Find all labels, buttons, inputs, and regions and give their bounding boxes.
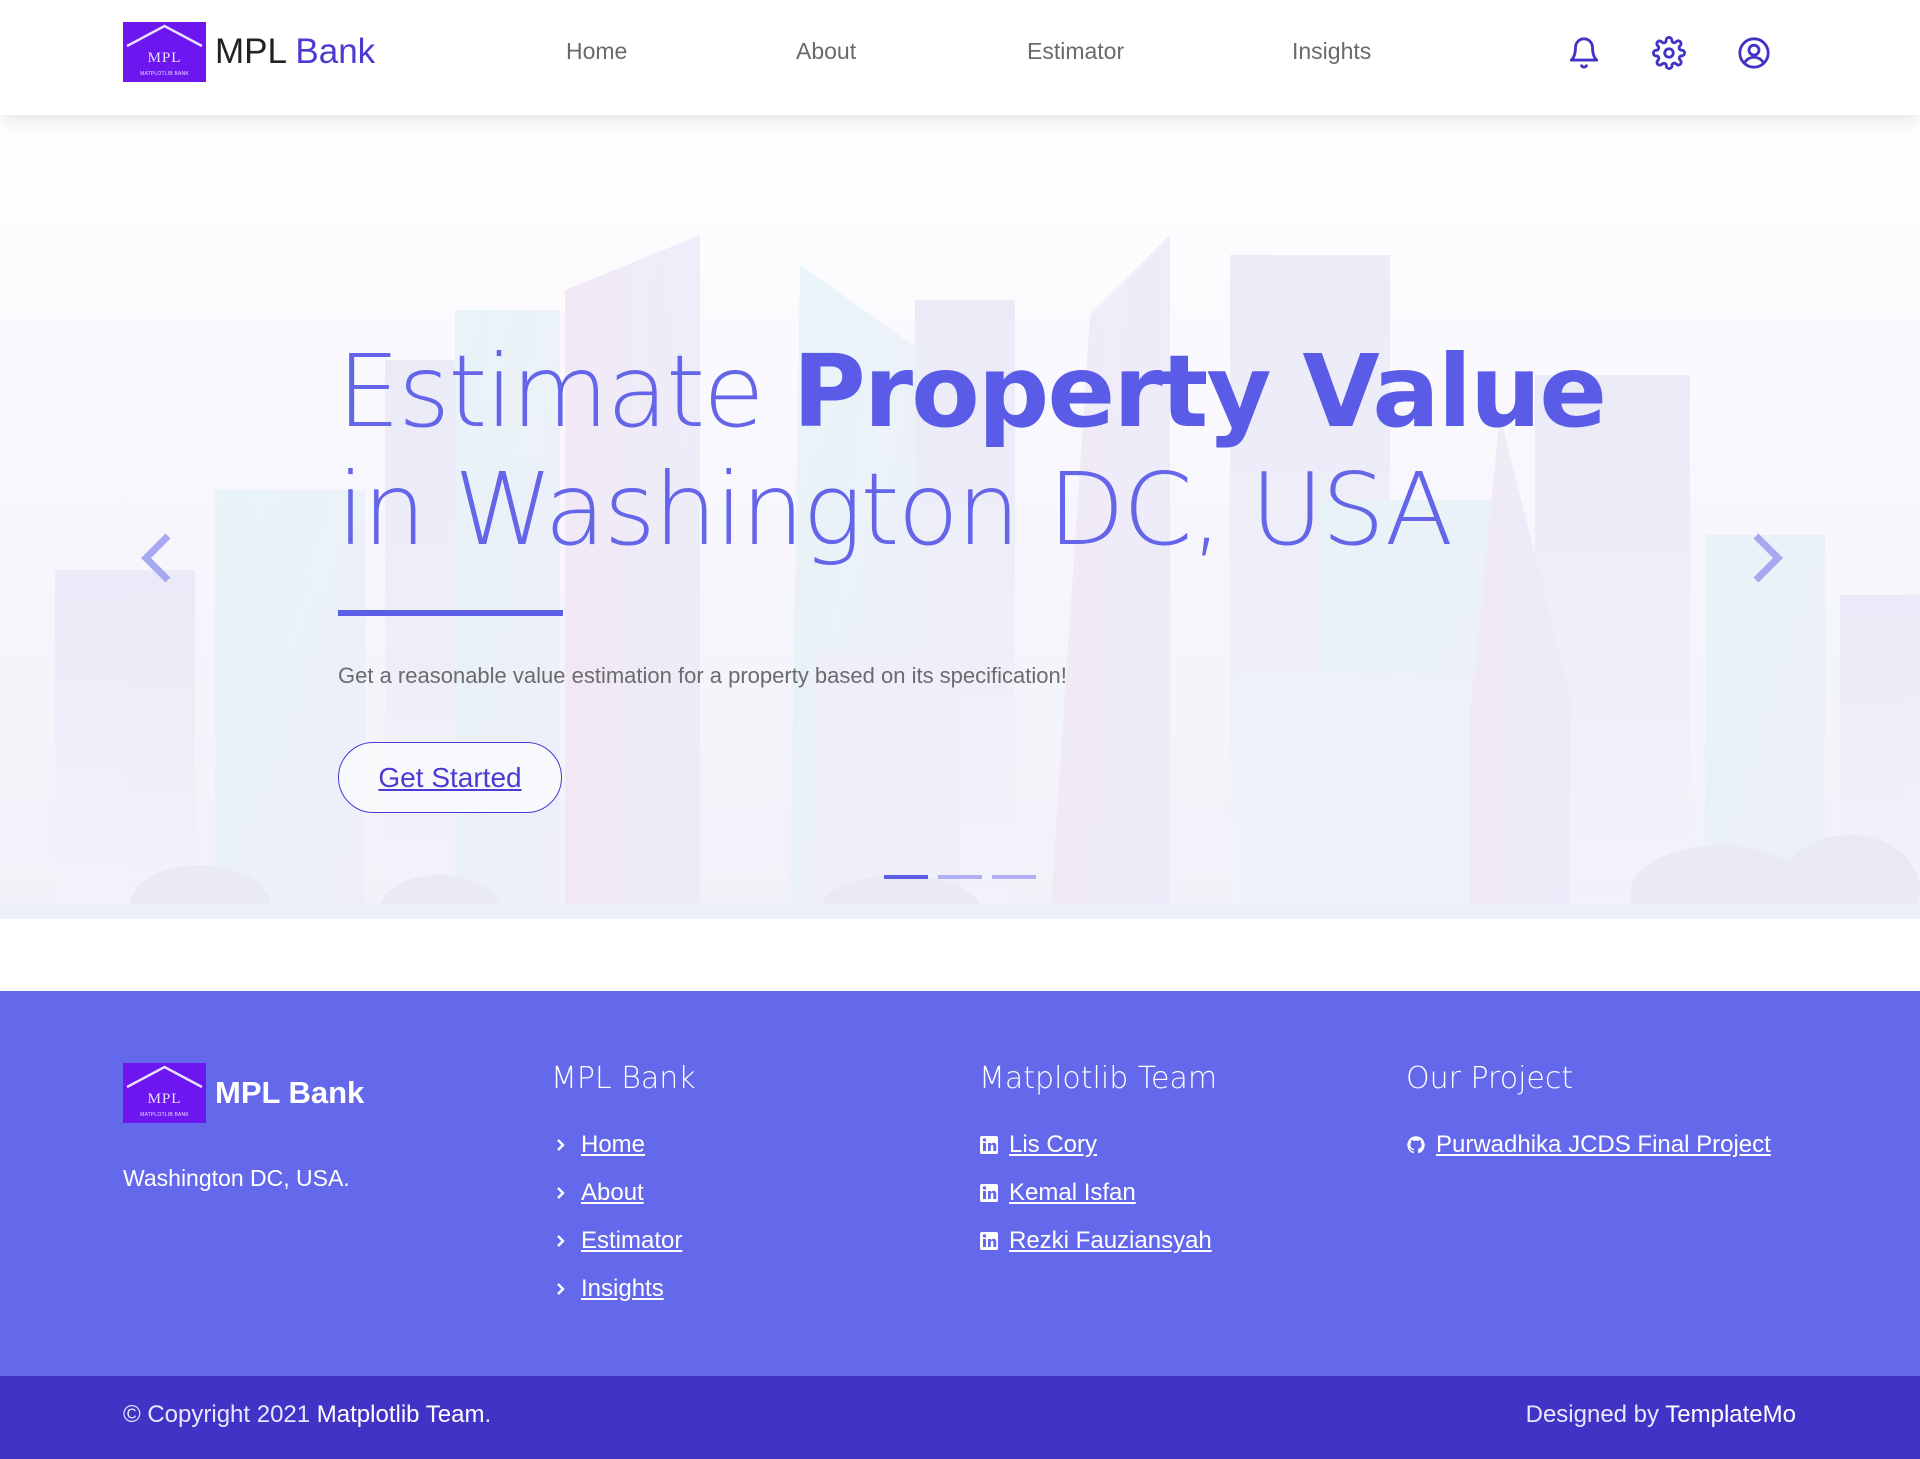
gear-icon[interactable] — [1652, 36, 1686, 70]
designed-by-text: Designed by TemplateMo — [1526, 1401, 1796, 1429]
footer-link-insights[interactable]: Insights — [551, 1265, 696, 1313]
footer-project-column: Our Project Purwadhika JCDS Final Projec… — [1406, 1061, 1771, 1169]
nav-estimator[interactable]: Estimator — [1027, 38, 1124, 65]
main-nav: Home About Estimator Insights — [0, 0, 1920, 110]
get-started-button[interactable]: Get Started — [338, 742, 562, 813]
footer-brand[interactable]: MPL MATPLOTLIB BANK MPL Bank — [123, 1063, 364, 1123]
footer-logo: MPL MATPLOTLIB BANK — [123, 1063, 206, 1123]
chevron-right-icon — [551, 1279, 571, 1299]
github-icon — [1406, 1135, 1426, 1155]
bell-icon[interactable] — [1567, 36, 1601, 70]
footer-link-home[interactable]: Home — [551, 1121, 696, 1169]
chevron-right-icon — [551, 1183, 571, 1203]
copyright-owner-link[interactable]: Matplotlib Team — [317, 1401, 485, 1428]
carousel-indicator-1[interactable] — [884, 875, 928, 879]
team-member-name: Lis Cory — [1009, 1131, 1098, 1158]
bottom-bar: © Copyright 2021 Matplotlib Team. Design… — [0, 1376, 1920, 1459]
nav-about[interactable]: About — [796, 38, 856, 65]
nav-insights[interactable]: Insights — [1292, 38, 1371, 65]
templatemo-link[interactable]: TemplateMo — [1665, 1401, 1796, 1428]
team-member-link[interactable]: Kemal Isfan — [979, 1169, 1217, 1217]
linkedin-icon — [979, 1231, 999, 1251]
carousel-prev-button[interactable] — [138, 530, 178, 586]
footer-team-title: Matplotlib Team — [979, 1061, 1218, 1096]
site-footer: MPL MATPLOTLIB BANK MPL Bank Washington … — [0, 991, 1920, 1376]
carousel-indicators — [884, 875, 1036, 879]
project-name: Purwadhika JCDS Final Project — [1436, 1131, 1771, 1158]
footer-project-title: Our Project — [1406, 1061, 1574, 1096]
chevron-right-icon — [1753, 533, 1783, 583]
nav-home[interactable]: Home — [566, 38, 627, 65]
footer-link-about[interactable]: About — [551, 1169, 696, 1217]
footer-link-estimator[interactable]: Estimator — [551, 1217, 696, 1265]
team-member-link[interactable]: Lis Cory — [979, 1121, 1217, 1169]
hero-subtitle: Get a reasonable value estimation for a … — [338, 663, 1067, 688]
carousel-next-button[interactable] — [1746, 530, 1786, 586]
designed-prefix: Designed by — [1525, 1401, 1666, 1428]
footer-link-label: Estimator — [581, 1227, 683, 1254]
copyright-suffix: . — [484, 1401, 492, 1428]
house-roof-icon — [126, 1065, 203, 1089]
carousel-indicator-2[interactable] — [938, 875, 982, 879]
linkedin-icon — [979, 1135, 999, 1155]
site-header: MPL MATPLOTLIB BANK MPL Bank Home About … — [0, 0, 1920, 115]
user-icon[interactable] — [1737, 36, 1771, 70]
chevron-right-icon — [551, 1231, 571, 1251]
footer-logo-subtext: MATPLOTLIB BANK — [140, 1112, 189, 1118]
hero-title: Estimate Property Value in Washington DC… — [337, 333, 1637, 569]
footer-link-label: Insights — [581, 1275, 664, 1302]
team-member-name: Kemal Isfan — [1009, 1179, 1136, 1206]
footer-address: Washington DC, USA. — [123, 1165, 350, 1191]
footer-links-column: MPL Bank Home About Estimator Insights — [551, 1061, 696, 1313]
footer-link-label: Home — [581, 1131, 646, 1158]
project-link[interactable]: Purwadhika JCDS Final Project — [1406, 1121, 1771, 1169]
footer-logo-text: MPL — [147, 1091, 182, 1107]
team-member-name: Rezki Fauziansyah — [1009, 1227, 1212, 1254]
hero-divider — [338, 610, 563, 616]
chevron-right-icon — [551, 1135, 571, 1155]
footer-team-column: Matplotlib Team Lis Cory Kemal Isfan Rez… — [979, 1061, 1217, 1265]
team-member-link[interactable]: Rezki Fauziansyah — [979, 1217, 1217, 1265]
copyright-text: © Copyright 2021 Matplotlib Team. — [123, 1401, 491, 1429]
footer-brand-name: MPL Bank — [215, 1075, 365, 1110]
carousel-indicator-3[interactable] — [992, 875, 1036, 879]
hero-title-part2: in Washington DC, USA — [337, 451, 1453, 568]
chevron-left-icon — [141, 533, 171, 583]
footer-link-label: About — [581, 1179, 644, 1206]
copyright-prefix: © Copyright 2021 — [123, 1401, 317, 1428]
footer-links-title: MPL Bank — [551, 1061, 696, 1096]
hero-title-part1: Estimate — [337, 333, 793, 450]
hero-title-bold: Property Value — [792, 333, 1608, 450]
linkedin-icon — [979, 1183, 999, 1203]
hero-carousel: Estimate Property Value in Washington DC… — [0, 115, 1920, 919]
